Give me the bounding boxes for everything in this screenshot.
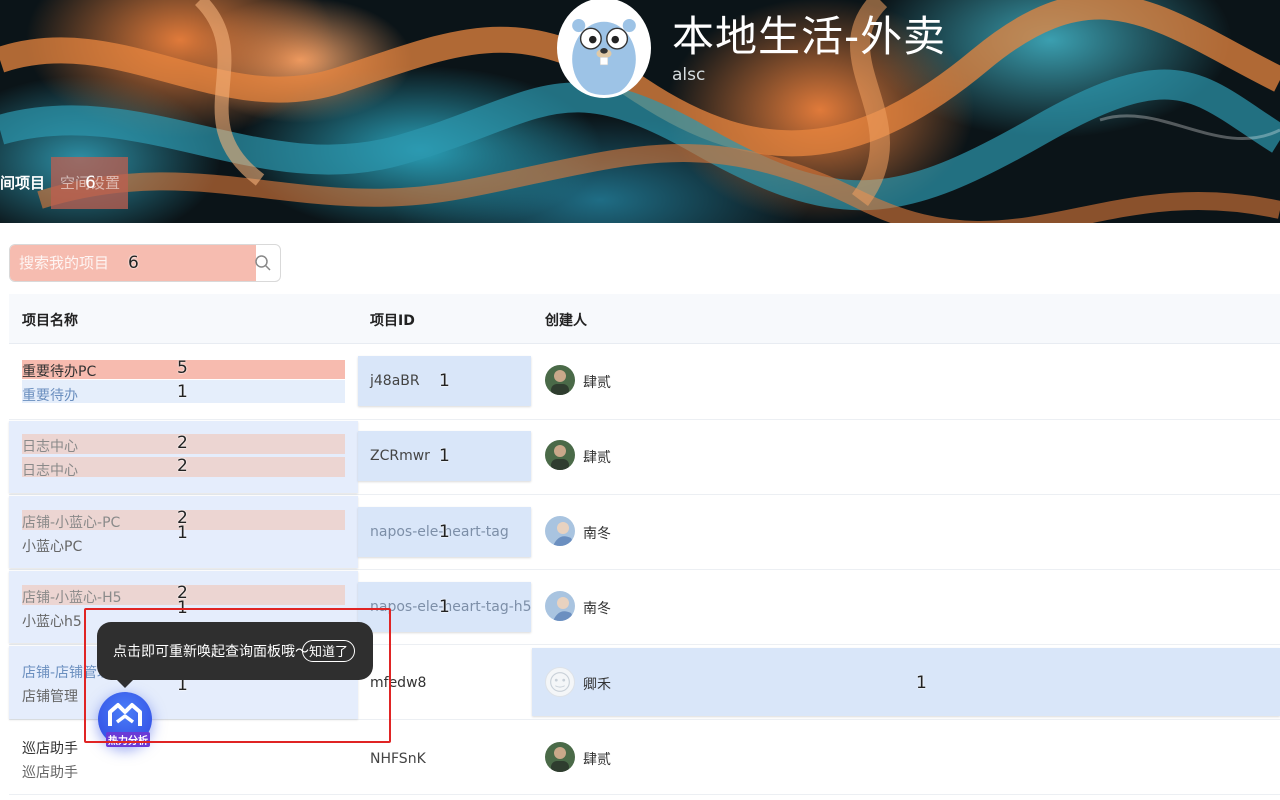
- highlight-overlay: [9, 496, 358, 568]
- table-row[interactable]: 日志中心 2 日志中心 2 ZCRmwr 1 肆贰: [9, 420, 1280, 495]
- project-name-link[interactable]: 巡店助手: [22, 738, 78, 758]
- gopher-avatar-icon: [560, 1, 648, 95]
- table-row[interactable]: 重要待办PC 5 重要待办 1 j48aBR 1 肆贰: [9, 345, 1280, 420]
- space-title: 本地生活-外卖: [672, 12, 947, 61]
- user-avatar: [545, 591, 575, 621]
- fab-label: 热力分析: [106, 732, 150, 747]
- project-subname: 日志中心: [22, 463, 78, 479]
- user-avatar: [545, 516, 575, 546]
- project-subname: 店铺管理: [22, 689, 78, 705]
- tab-space-projects[interactable]: 间项目: [0, 172, 45, 193]
- project-subname: 巡店助手: [22, 765, 78, 781]
- project-id: napos-ele-heart-tag-h5: [370, 599, 532, 615]
- space-banner: 本地生活-外卖 alsc 间项目 空间设置 6: [0, 0, 1280, 223]
- project-id: ZCRmwr: [370, 448, 430, 464]
- project-id: NHFSnK: [370, 751, 426, 767]
- creator-name: 肆贰: [583, 375, 611, 391]
- user-avatar: [545, 742, 575, 772]
- got-it-button[interactable]: 知道了: [302, 640, 356, 662]
- tab-space-settings[interactable]: 空间设置 6: [51, 157, 128, 209]
- table-row[interactable]: 巡店助手 巡店助手 NHFSnK 肆贰: [9, 720, 1280, 795]
- search-box: 6: [9, 244, 281, 282]
- column-header-project-name[interactable]: 项目名称: [22, 310, 78, 330]
- heatmap-analysis-button[interactable]: 热力分析: [98, 692, 152, 747]
- user-avatar: [545, 440, 575, 470]
- project-subname: 小蓝心h5: [22, 614, 82, 630]
- column-header-creator[interactable]: 创建人: [545, 310, 587, 330]
- project-name-link[interactable]: 重要待办PC: [22, 361, 96, 381]
- search-icon[interactable]: [254, 254, 272, 272]
- creator-name: 南冬: [583, 526, 611, 542]
- tooltip-text: 点击即可重新唤起查询面板哦～: [113, 644, 309, 660]
- project-id: mfedw8: [370, 675, 427, 691]
- table-header: 项目名称 项目ID 创建人: [9, 294, 1280, 344]
- creator-name: 肆贰: [583, 450, 611, 466]
- project-id: napos-ele-heart-tag: [370, 524, 509, 540]
- creator-name: 肆贰: [583, 752, 611, 768]
- creator-name: 南冬: [583, 601, 611, 617]
- highlight-overlay: [532, 648, 1280, 716]
- project-name-link[interactable]: 店铺-小蓝心-H5: [22, 587, 122, 607]
- search-input[interactable]: [10, 245, 256, 281]
- user-avatar: [545, 667, 575, 697]
- space-subtitle: alsc: [672, 65, 706, 85]
- column-header-project-id[interactable]: 项目ID: [370, 310, 415, 330]
- space-avatar: [557, 0, 651, 98]
- tooltip-arrow: [117, 680, 133, 688]
- project-name-link[interactable]: 店铺-小蓝心-PC: [22, 512, 120, 532]
- onboarding-tooltip: 点击即可重新唤起查询面板哦～ 知道了: [97, 622, 373, 688]
- project-subname: 小蓝心PC: [22, 539, 83, 555]
- project-subname: 重要待办: [22, 388, 78, 404]
- user-avatar: [545, 365, 575, 395]
- table-row[interactable]: 店铺-小蓝心-PC 2 小蓝心PC 1 napos-ele-heart-tag …: [9, 495, 1280, 570]
- tab-settings-label: 空间设置: [60, 174, 121, 192]
- project-name-link[interactable]: 日志中心: [22, 436, 78, 456]
- project-id: j48aBR: [370, 373, 420, 389]
- creator-name: 卿禾: [583, 677, 611, 693]
